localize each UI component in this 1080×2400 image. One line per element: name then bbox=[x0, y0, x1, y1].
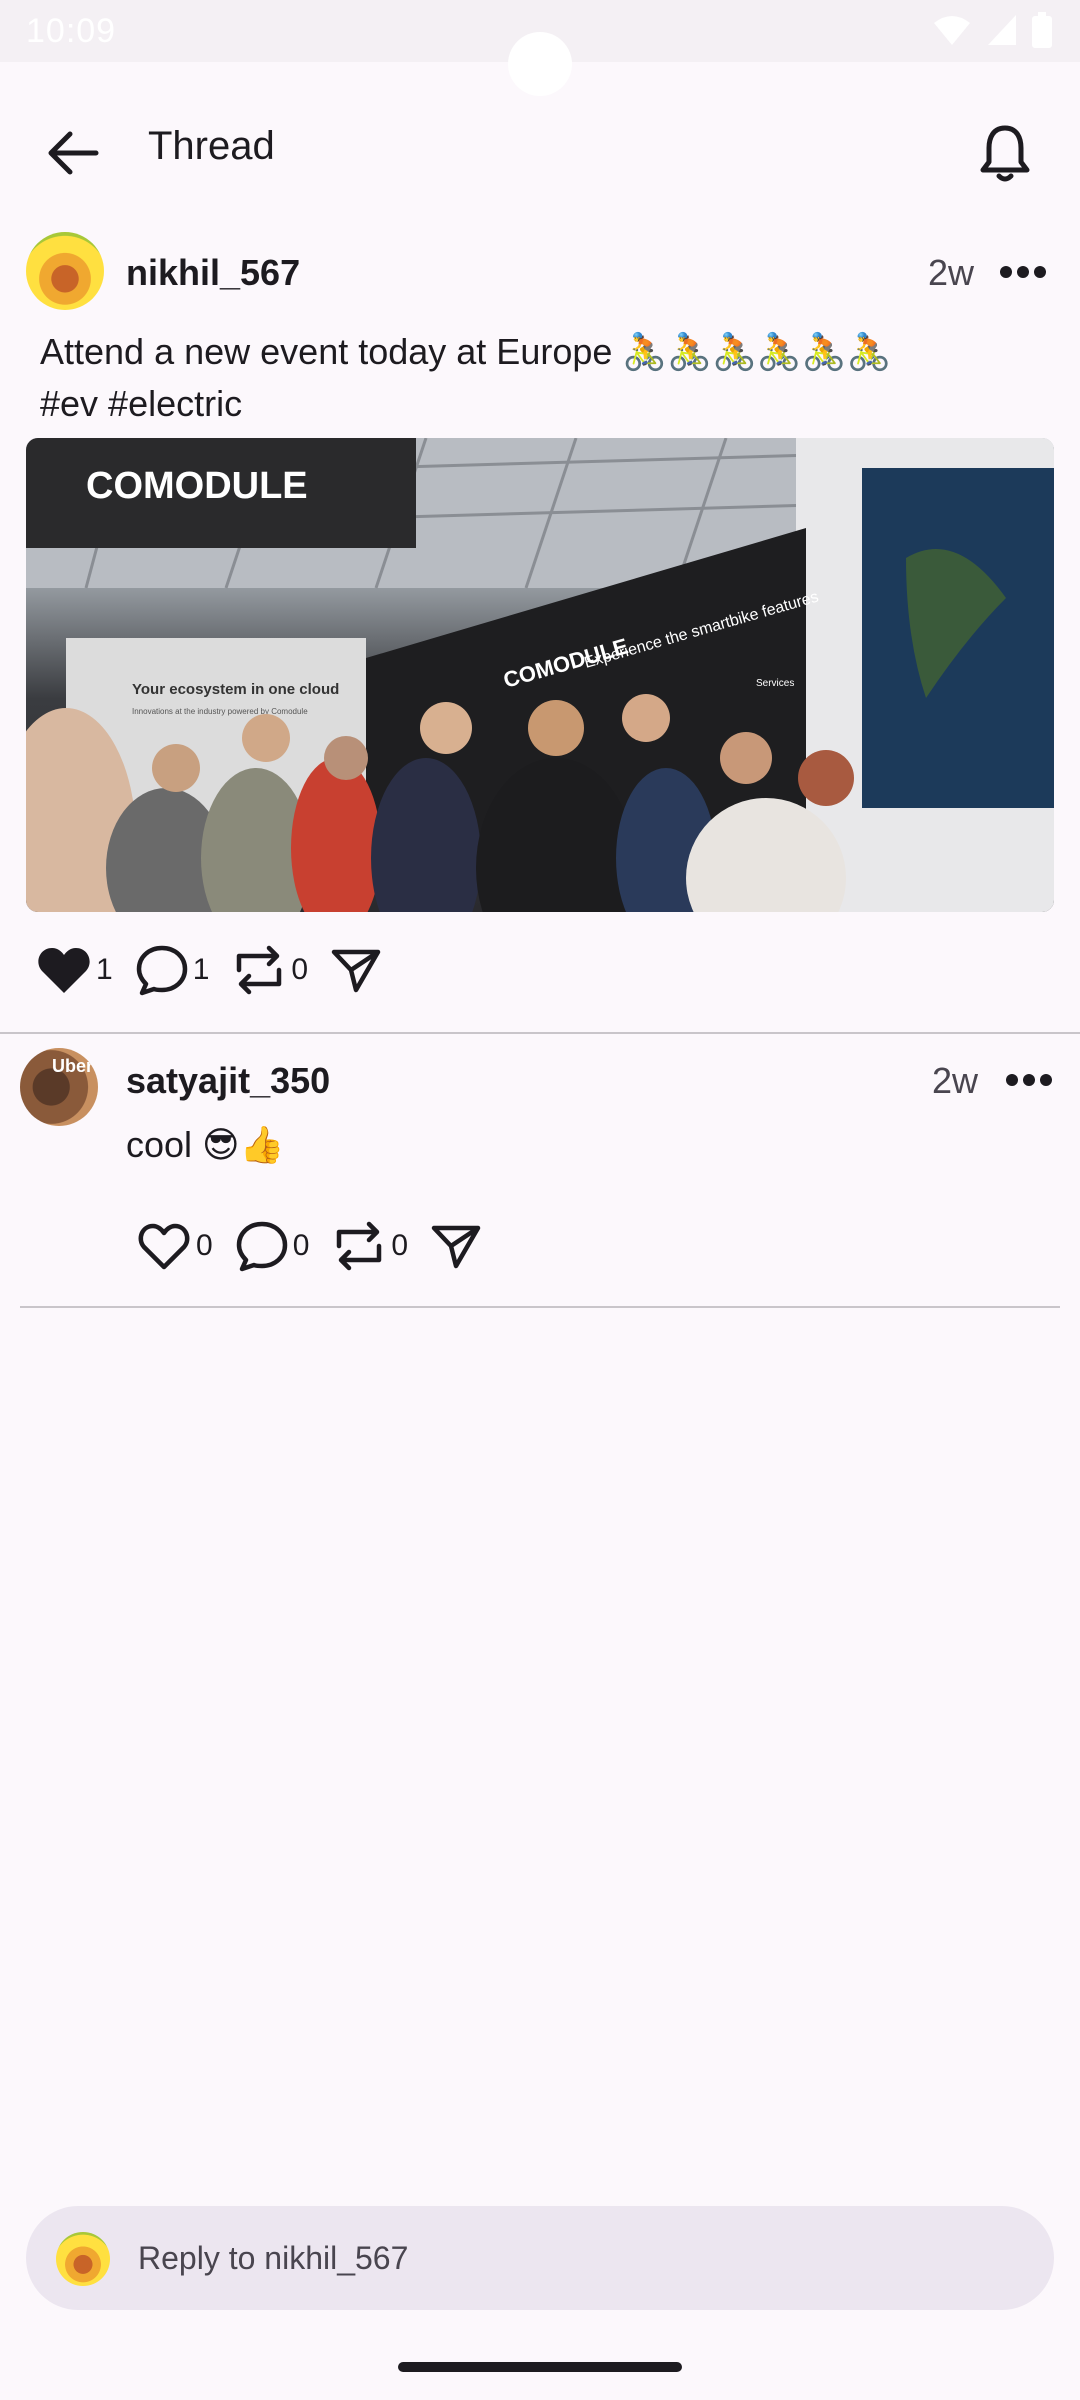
back-arrow-icon[interactable] bbox=[40, 120, 106, 186]
comment-icon bbox=[136, 945, 187, 996]
app-bar: Thread bbox=[0, 62, 1080, 232]
like-count: 1 bbox=[96, 953, 113, 986]
services-label: Services bbox=[756, 678, 794, 689]
reply-text: cool 😎👍 bbox=[126, 1124, 285, 1165]
post-time: 2w bbox=[928, 252, 975, 293]
status-time: 10:09 bbox=[26, 12, 117, 50]
reply-placeholder[interactable]: Reply to nikhil_567 bbox=[138, 2240, 408, 2277]
page-title: Thread bbox=[148, 124, 275, 168]
battery-icon bbox=[1032, 12, 1052, 48]
avatar-logo-text: Uber bbox=[52, 1056, 94, 1076]
avatar bbox=[56, 2232, 110, 2286]
divider bbox=[0, 1032, 1080, 1034]
status-icons bbox=[932, 12, 1052, 48]
comment-action[interactable]: 1 bbox=[135, 944, 210, 996]
comment-count: 0 bbox=[292, 1229, 310, 1262]
signal-icon bbox=[988, 15, 1016, 45]
wall-subtext: Innovations at the industry powered by C… bbox=[132, 707, 308, 716]
like-action[interactable]: 0 bbox=[136, 1221, 213, 1271]
wifi-icon bbox=[934, 16, 970, 45]
post-hashtags[interactable]: #ev #electric bbox=[40, 378, 1040, 430]
reply-input-bar[interactable]: Reply to nikhil_567 bbox=[26, 2206, 1054, 2310]
share-action[interactable] bbox=[330, 946, 382, 994]
post-image[interactable]: COMODULE Your ecosystem in one cloud Inn… bbox=[26, 438, 1054, 912]
comment-action[interactable]: 0 bbox=[235, 1220, 310, 1272]
like-count: 0 bbox=[196, 1229, 213, 1262]
banner-text: COMODULE bbox=[86, 465, 308, 507]
like-action[interactable]: 1 bbox=[36, 945, 113, 995]
post-text-line: Attend a new event today at Europe 🚴🚴🚴🚴🚴… bbox=[40, 331, 892, 372]
comment-icon bbox=[236, 1221, 287, 1272]
comment-count: 1 bbox=[192, 953, 210, 986]
divider bbox=[20, 1306, 1060, 1308]
repost-icon bbox=[337, 1221, 382, 1271]
wall-text: Your ecosystem in one cloud bbox=[132, 681, 339, 698]
share-action[interactable] bbox=[430, 1222, 482, 1270]
post-actions: 1 1 0 bbox=[36, 944, 404, 996]
post-username[interactable]: nikhil_567 bbox=[126, 252, 300, 294]
reply-actions: 0 0 0 bbox=[136, 1220, 504, 1272]
repost-count: 0 bbox=[291, 953, 309, 986]
avatar[interactable]: Uber bbox=[20, 1048, 98, 1126]
post-text: Attend a new event today at Europe 🚴🚴🚴🚴🚴… bbox=[40, 326, 1040, 430]
heart-filled-icon bbox=[38, 948, 90, 993]
bell-icon[interactable] bbox=[970, 118, 1040, 188]
home-indicator[interactable] bbox=[398, 2362, 682, 2372]
repost-icon bbox=[237, 945, 282, 995]
repost-action[interactable]: 0 bbox=[231, 944, 308, 996]
event-photo: COMODULE Your ecosystem in one cloud Inn… bbox=[26, 438, 1054, 912]
repost-action[interactable]: 0 bbox=[331, 1220, 408, 1272]
reply-username[interactable]: satyajit_350 bbox=[126, 1060, 330, 1102]
send-icon bbox=[331, 949, 381, 993]
more-options-icon[interactable] bbox=[998, 262, 1048, 282]
avatar[interactable] bbox=[26, 232, 104, 310]
repost-count: 0 bbox=[391, 1229, 409, 1262]
heart-outline-icon bbox=[138, 1223, 190, 1270]
reply-time: 2w bbox=[932, 1060, 979, 1101]
more-options-icon[interactable] bbox=[1004, 1070, 1054, 1090]
send-icon bbox=[431, 1225, 481, 1269]
